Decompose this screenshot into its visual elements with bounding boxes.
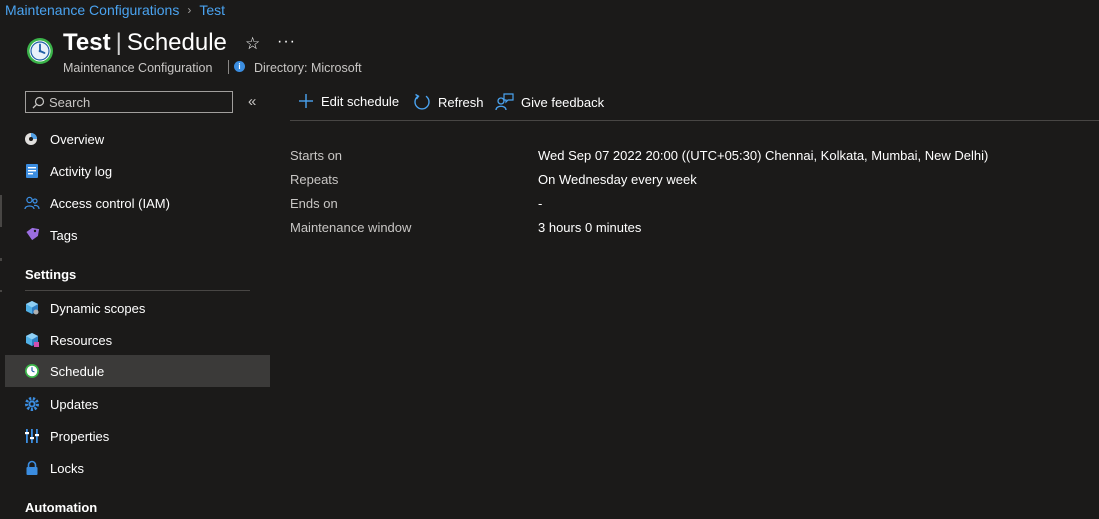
- breadcrumb-maintenance-configurations[interactable]: Maintenance Configurations: [5, 2, 179, 18]
- sidebar-item-updates[interactable]: Updates: [5, 388, 270, 420]
- sidebar-item-label: Properties: [50, 429, 110, 444]
- section-divider: [25, 290, 250, 291]
- gear-icon: [25, 397, 39, 411]
- clock-resource-icon: [27, 38, 53, 64]
- cube-icon: [26, 301, 39, 315]
- sidebar-item-dynamic-scopes[interactable]: Dynamic scopes: [5, 292, 270, 324]
- maintenance-window-value: 3 hours 0 minutes: [538, 220, 642, 235]
- breadcrumb-test[interactable]: Test: [199, 2, 225, 18]
- collapse-sidebar-button[interactable]: «: [248, 93, 256, 110]
- activity-log-icon: [26, 164, 38, 178]
- feedback-icon: [495, 93, 514, 111]
- sidebar-item-access-control[interactable]: Access control (IAM): [5, 187, 270, 219]
- search-input[interactable]: [45, 94, 219, 110]
- sidebar-item-label: Overview: [50, 132, 105, 147]
- sidebar-item-properties[interactable]: Properties: [5, 420, 270, 452]
- repeats-label: Repeats: [290, 172, 339, 187]
- overview-icon: [25, 133, 37, 145]
- left-edge-marker: [0, 290, 2, 292]
- give-feedback-button[interactable]: Give feedback: [495, 93, 604, 111]
- page-title-divider: |: [115, 29, 122, 56]
- section-heading-automation: Automation: [25, 500, 98, 515]
- sidebar-item-locks[interactable]: Locks: [5, 452, 270, 484]
- people-icon: [24, 196, 40, 210]
- favorite-star-icon[interactable]: ☆: [245, 34, 260, 54]
- plus-icon: [299, 94, 313, 108]
- properties-icon: [25, 429, 39, 443]
- ends-on-value: -: [538, 196, 543, 211]
- edit-schedule-button[interactable]: Edit schedule: [298, 93, 399, 109]
- resource-type-label: Maintenance Configuration: [63, 61, 213, 75]
- resources-cube-icon: [26, 333, 39, 347]
- refresh-label: Refresh: [438, 94, 484, 110]
- page-title-blade: Schedule: [126, 29, 227, 56]
- sidebar-search: [25, 91, 233, 113]
- ends-on-label: Ends on: [290, 196, 338, 211]
- lock-icon: [26, 460, 38, 475]
- search-icon: [32, 96, 45, 108]
- left-edge-marker: [0, 195, 2, 227]
- sidebar-item-label: Updates: [50, 397, 99, 412]
- sidebar-item-activity-log[interactable]: Activity log: [5, 155, 270, 187]
- more-options-button[interactable]: ···: [277, 33, 296, 51]
- toolbar-divider: [290, 120, 1099, 121]
- sidebar-item-label: Locks: [50, 461, 84, 476]
- sidebar-item-schedule[interactable]: Schedule: [5, 355, 270, 387]
- info-icon: i: [234, 61, 245, 72]
- directory-label: Directory: Microsoft: [254, 61, 362, 75]
- sidebar-item-resources[interactable]: Resources: [5, 324, 270, 356]
- page-title: Test | Schedule: [63, 29, 227, 57]
- sidebar-item-label: Schedule: [50, 364, 105, 379]
- sidebar-item-overview[interactable]: Overview: [5, 123, 270, 155]
- sidebar-item-label: Tags: [50, 228, 78, 243]
- refresh-button[interactable]: Refresh: [413, 93, 484, 111]
- sidebar-item-label: Dynamic scopes: [50, 301, 146, 316]
- maintenance-window-label: Maintenance window: [290, 220, 412, 235]
- page-title-resource: Test: [63, 29, 111, 56]
- left-edge-marker: [0, 258, 2, 261]
- breadcrumb-separator: ›: [187, 3, 192, 17]
- sidebar-item-label: Activity log: [50, 164, 113, 179]
- section-heading-settings: Settings: [25, 267, 77, 282]
- sidebar-item-label: Access control (IAM): [50, 196, 170, 211]
- clock-icon: [25, 364, 39, 378]
- refresh-icon: [414, 93, 430, 110]
- sidebar-item-tags[interactable]: Tags: [5, 219, 270, 251]
- give-feedback-label: Give feedback: [521, 94, 605, 110]
- repeats-value: On Wednesday every week: [538, 172, 697, 187]
- edit-schedule-label: Edit schedule: [321, 93, 400, 109]
- header-divider: [228, 60, 229, 74]
- tag-icon: [26, 227, 40, 241]
- starts-on-value: Wed Sep 07 2022 20:00 ((UTC+05:30) Chenn…: [538, 148, 989, 163]
- sidebar-item-label: Resources: [50, 333, 113, 348]
- breadcrumb: Maintenance Configurations › Test: [5, 2, 225, 18]
- starts-on-label: Starts on: [290, 148, 343, 163]
